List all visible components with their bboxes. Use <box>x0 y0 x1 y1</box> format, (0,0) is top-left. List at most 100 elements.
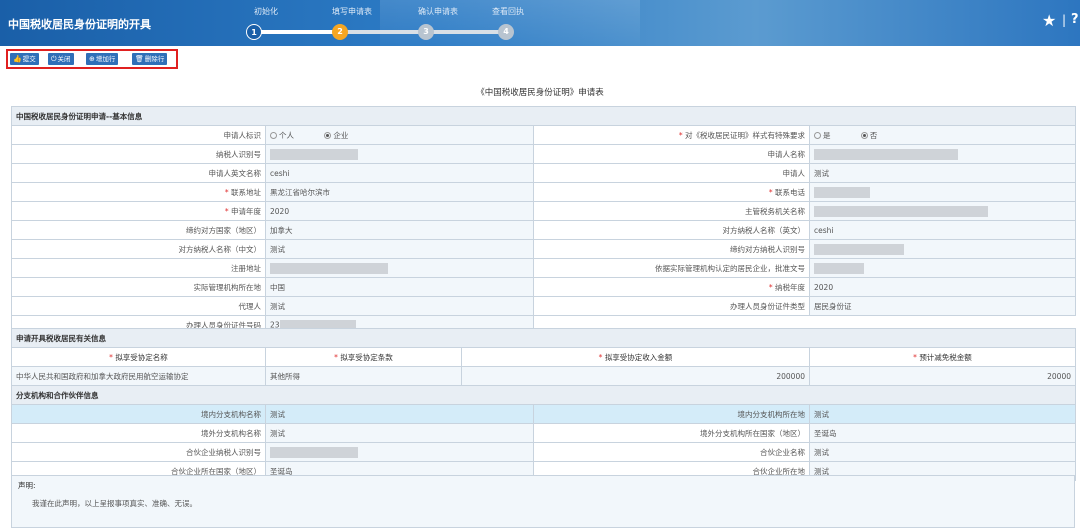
applicant-english-name-label: 申请人英文名称 <box>11 163 266 183</box>
tax-year-field[interactable]: 2020 <box>808 277 1077 297</box>
redacted-value <box>270 148 358 160</box>
col-treaty-name-text: 拟享受协定名称 <box>115 352 168 362</box>
partnership-taxpayer-id-label: 合伙企业纳税人识别号 <box>11 442 266 462</box>
col-treaty-name: * 拟享受协定名称 <box>11 347 266 367</box>
counterparty-english-name-label: 对方纳税人名称（英文） <box>533 220 810 240</box>
taxpayer-id-label: 纳税人识别号 <box>11 144 266 164</box>
redacted-value <box>814 186 870 198</box>
power-icon: ⏻ <box>51 55 57 63</box>
submit-label: 提交 <box>22 55 36 63</box>
tax-authority-field[interactable] <box>808 201 1077 221</box>
radio-individual[interactable] <box>270 131 277 139</box>
col-tax-reduction: * 预计减免税金额 <box>809 347 1076 367</box>
counterparty-english-name-field[interactable]: ceshi <box>808 220 1077 240</box>
tax-authority-label: 主管税务机关名称 <box>533 201 810 221</box>
radio-no-label: 否 <box>869 130 878 140</box>
add-row-label: 增加行 <box>95 55 116 63</box>
contact-phone-label: * 联系电话 <box>533 182 810 202</box>
table-row[interactable]: 境外分支机构名称 测试 境外分支机构所在国家（地区） 圣诞岛 <box>11 423 1076 443</box>
counterparty-chinese-name-field[interactable]: 测试 <box>265 239 534 259</box>
step-label-2: 填写申请表 <box>332 7 372 16</box>
redacted-value <box>814 262 864 274</box>
help-icon[interactable]: ? <box>1071 12 1079 27</box>
overseas-branch-name-label: 境外分支机构名称 <box>11 423 266 443</box>
add-row-button[interactable]: ⊕增加行 <box>86 53 119 65</box>
section-header-branch: 分支机构和合作伙伴信息 <box>11 385 1076 405</box>
applicant-name-field[interactable] <box>808 144 1077 164</box>
action-toolbar: 👍提交 ⏻关闭 ⊕增加行 🗑删除行 <box>6 49 178 69</box>
delete-row-button[interactable]: 🗑删除行 <box>132 53 168 65</box>
partnership-name-field[interactable]: 测试 <box>809 442 1076 462</box>
special-format-label: * 对《税收居民证明》样式有特殊要求 <box>533 125 810 145</box>
application-year-label: * 申请年度 <box>11 201 266 221</box>
radio-enterprise[interactable] <box>324 131 332 139</box>
redacted-value <box>270 446 358 458</box>
declaration-box: 声明: 我谨在此声明，以上呈报事项真实、准确、无误。 <box>11 475 1075 528</box>
partnership-taxpayer-id-field[interactable] <box>265 442 534 462</box>
agent-label: 代理人 <box>11 296 266 316</box>
star-icon[interactable]: ★ <box>1042 11 1056 30</box>
plus-circle-icon: ⊕ <box>89 55 95 63</box>
table-row[interactable]: 合伙企业纳税人识别号 合伙企业名称 测试 <box>11 442 1076 462</box>
applicant-type-label: 申请人标识 <box>11 125 266 145</box>
treaty-info-table: 申请开具税收居民有关信息 * 拟享受协定名称 * 拟享受协定条款 * 拟享受协定… <box>11 328 1076 386</box>
approval-number-label: 依据实际管理机构认定的居民企业，批准文号 <box>533 258 810 278</box>
step-label-4: 查看回执 <box>492 7 524 16</box>
treaty-name-cell[interactable]: 中华人民共和国政府和加拿大政府民用航空运输协定 <box>11 366 266 386</box>
counterparty-taxpayer-id-label: 缔约对方纳税人识别号 <box>533 239 810 259</box>
applicant-type-radios: 个人 企业 <box>265 125 534 145</box>
income-amount-cell[interactable]: 200000 <box>461 366 810 386</box>
registered-address-label: 注册地址 <box>11 258 266 278</box>
submit-button[interactable]: 👍提交 <box>10 53 39 65</box>
page-title: 中国税收居民身份证明的开具 <box>8 18 151 31</box>
step-2-circle: 2 <box>332 24 348 40</box>
counterparty-country-label: 缔约对方国家（地区） <box>11 220 266 240</box>
redacted-value <box>814 205 988 217</box>
col-treaty-clause-text: 拟享受协定条款 <box>340 352 393 362</box>
counterparty-taxpayer-id-field[interactable] <box>808 239 1077 259</box>
domestic-branch-location-field[interactable]: 测试 <box>809 404 1076 424</box>
taxpayer-id-field[interactable] <box>265 144 534 164</box>
declaration-text: 我谨在此声明，以上呈报事项真实、准确、无误。 <box>32 499 197 508</box>
management-location-field[interactable]: 中国 <box>265 277 534 297</box>
table-row[interactable]: 中华人民共和国政府和加拿大政府民用航空运输协定 其他所得 200000 2000… <box>11 366 1076 386</box>
delete-row-label: 删除行 <box>144 55 165 63</box>
overseas-branch-country-field[interactable]: 圣诞岛 <box>809 423 1076 443</box>
radio-no[interactable] <box>860 131 868 139</box>
registered-address-field[interactable] <box>265 258 534 278</box>
step-3-circle: 3 <box>418 24 434 40</box>
section-header-treaty: 申请开具税收居民有关信息 <box>11 328 1076 348</box>
overseas-branch-country-label: 境外分支机构所在国家（地区） <box>533 423 810 443</box>
counterparty-chinese-name-label: 对方纳税人名称（中文） <box>11 239 266 259</box>
basic-info-table: 中国税收居民身份证明申请--基本信息 申请人标识 个人 企业 * 对《税收居民证… <box>10 106 1077 335</box>
table-row[interactable]: 境内分支机构名称 测试 境内分支机构所在地 测试 <box>11 404 1076 424</box>
counterparty-country-field[interactable]: 加拿大 <box>265 220 534 240</box>
management-location-label: 实际管理机构所在地 <box>11 277 266 297</box>
contact-address-text: 联系地址 <box>231 187 261 197</box>
partnership-name-label: 合伙企业名称 <box>533 442 810 462</box>
contact-phone-field[interactable] <box>808 182 1077 202</box>
progress-steps: 初始化 填写申请表 确认申请表 查看回执 1 2 3 4 <box>246 6 524 42</box>
application-year-text: 申请年度 <box>231 206 261 216</box>
treaty-clause-cell[interactable]: 其他所得 <box>265 366 462 386</box>
redacted-value <box>270 262 388 274</box>
tax-year-text: 纳税年度 <box>775 282 805 292</box>
tax-reduction-cell[interactable]: 20000 <box>809 366 1076 386</box>
special-format-radios: 是 否 <box>808 125 1077 145</box>
close-button[interactable]: ⏻关闭 <box>48 53 74 65</box>
app-header: 中国税收居民身份证明的开具 初始化 填写申请表 确认申请表 查看回执 1 2 3… <box>0 0 1080 46</box>
approval-number-field[interactable] <box>808 258 1077 278</box>
overseas-branch-name-field[interactable]: 测试 <box>265 423 534 443</box>
handler-id-type-field[interactable]: 居民身份证 <box>808 296 1077 316</box>
tax-year-label: * 纳税年度 <box>533 277 810 297</box>
domestic-branch-name-field[interactable]: 测试 <box>265 404 534 424</box>
applicant-field[interactable]: 测试 <box>808 163 1077 183</box>
contact-address-field[interactable]: 黑龙江省哈尔滨市 <box>265 182 534 202</box>
applicant-english-name-field[interactable]: ceshi <box>265 163 534 183</box>
applicant-name-label: 申请人名称 <box>533 144 810 164</box>
branch-info-table: 分支机构和合作伙伴信息 境内分支机构名称 测试 境内分支机构所在地 测试 境外分… <box>11 385 1076 481</box>
agent-field[interactable]: 测试 <box>265 296 534 316</box>
radio-yes[interactable] <box>814 131 821 139</box>
redacted-value <box>814 148 958 160</box>
application-year-field[interactable]: 2020 <box>265 201 534 221</box>
